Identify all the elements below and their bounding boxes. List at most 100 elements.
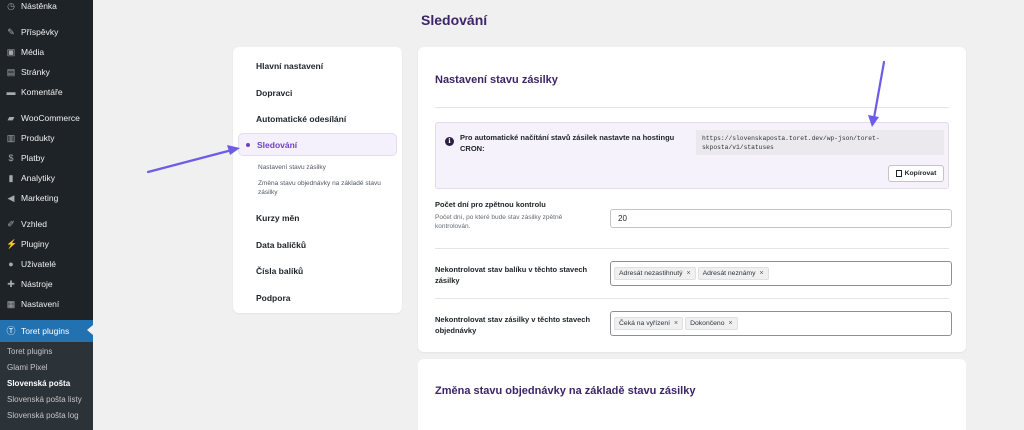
nav-item-package-numbers[interactable]: Čísla balíků [256, 266, 303, 276]
nav-item-auto-sending[interactable]: Automatické odesílání [256, 114, 346, 124]
tag: Adresát neznámy × [697, 267, 769, 280]
menu-item-settings[interactable]: ▦ Nastavení [0, 294, 93, 314]
copy-button[interactable]: Kopírovat [888, 165, 944, 182]
menu-item-dashboard[interactable]: ◷ Nástěnka [0, 0, 93, 16]
menu-item-marketing[interactable]: ◀ Marketing [0, 188, 93, 208]
tag-label: Adresát nezastihnutý [619, 270, 683, 277]
copy-button-label: Kopírovat [904, 170, 937, 177]
woocommerce-icon: ▰ [7, 113, 15, 123]
user-icon: ● [8, 259, 14, 269]
order-status-change-card: Změna stavu objednávky na základě stavu … [418, 359, 966, 430]
menu-label: Komentáře [21, 87, 63, 97]
menu-label: Pluginy [21, 239, 49, 249]
tag: Adresát nezastihnutý × [614, 267, 696, 280]
submenu-item-slovenska-posta[interactable]: Slovenská pošta [7, 379, 70, 388]
menu-item-media[interactable]: ▣ Média [0, 42, 93, 62]
menu-label: Toret plugins [21, 326, 70, 336]
page-icon: ▤ [6, 67, 16, 77]
menu-label: Nastavení [21, 299, 60, 309]
nav-item-label: Sledování [257, 140, 298, 150]
package-status-select[interactable]: Adresát nezastihnutý × Adresát neznámy × [610, 261, 952, 286]
menu-label: Stránky [21, 67, 50, 77]
submenu-item-toret-plugins[interactable]: Toret plugins [7, 347, 52, 356]
menu-label: WooCommerce [21, 113, 80, 123]
menu-label: Produkty [21, 133, 55, 143]
settings-nav: Hlavní nastavení Dopravci Automatické od… [233, 47, 402, 313]
nav-item-tracking[interactable]: Sledování [238, 133, 397, 156]
nav-item-support[interactable]: Podpora [256, 293, 290, 303]
admin-sidebar: ◷ Nástěnka ✎ Příspěvky ▣ Média ▤ Stránky ▬ Ko… [0, 0, 93, 430]
submenu-item-slovenska-posta-log[interactable]: Slovenská pošta log [7, 411, 79, 420]
cron-notice: i Pro automatické načítání stavů zásilek… [435, 122, 949, 189]
nav-item-exchange-rates[interactable]: Kurzy měn [256, 213, 299, 223]
order-status-select[interactable]: Čeká na vyřízení × Dokončeno × [610, 311, 952, 336]
nav-subitem-order-status-change[interactable]: Změna stavu objednávky na základě stavu … [258, 179, 396, 197]
plugin-icon: ⚡ [6, 239, 18, 249]
menu-label: Nástroje [21, 279, 53, 289]
remove-tag-icon[interactable]: × [686, 270, 690, 277]
arrow-left [146, 145, 240, 174]
menu-label: Platby [21, 153, 45, 163]
paintbrush-icon: ✐ [7, 219, 15, 229]
nav-item-carriers[interactable]: Dopravci [256, 88, 292, 98]
toret-icon: Ⓣ [6, 326, 16, 336]
info-icon: i [445, 137, 454, 146]
days-label: Počet dní pro zpětnou kontrolu [435, 200, 546, 209]
section-title: Nastavení stavu zásilky [435, 74, 558, 86]
tag-label: Dokončeno [690, 320, 725, 327]
cron-url[interactable]: https://slovenskaposta.toret.dev/wp-json… [696, 130, 944, 155]
menu-item-posts[interactable]: ✎ Příspěvky [0, 22, 93, 42]
days-input[interactable]: 20 [610, 209, 952, 228]
notice-text: Pro automatické načítání stavů zásilek n… [460, 133, 675, 153]
bar-chart-icon: ▮ [8, 173, 14, 183]
wrench-icon: ✚ [7, 279, 15, 289]
menu-item-products[interactable]: ▥ Produkty [0, 128, 93, 148]
package-status-label: Nekontrolovat stav balíku v těchto stave… [435, 265, 588, 285]
remove-tag-icon[interactable]: × [759, 270, 763, 277]
menu-label: Analytiky [21, 173, 56, 183]
menu-label: Příspěvky [21, 27, 59, 37]
menu-item-pages[interactable]: ▤ Stránky [0, 62, 93, 82]
tag: Čeká na vyřízení × [614, 317, 684, 330]
copy-icon [895, 170, 902, 177]
dashboard-icon: ◷ [7, 1, 15, 11]
menu-label: Vzhled [21, 219, 47, 229]
archive-icon: ▥ [6, 133, 16, 143]
nav-item-main-settings[interactable]: Hlavní nastavení [256, 61, 323, 71]
menu-item-appearance[interactable]: ✐ Vzhled [0, 214, 93, 234]
nav-item-package-data[interactable]: Data balíčků [256, 240, 306, 250]
menu-label: Uživatelé [21, 259, 56, 269]
tag-label: Čeká na vyřízení [619, 320, 670, 327]
media-icon: ▣ [6, 47, 16, 57]
menu-item-woocommerce[interactable]: ▰ WooCommerce [0, 108, 93, 128]
tag: Dokončeno × [685, 317, 738, 330]
days-description: Počet dní, po které bude stav zásilky zp… [435, 214, 563, 230]
admin-submenu: Toret plugins Glami Pixel Slovenská pošt… [0, 342, 93, 430]
pin-icon: ✎ [7, 27, 15, 37]
menu-item-analytics[interactable]: ▮ Analytiky [0, 168, 93, 188]
menu-label: Nástěnka [21, 1, 57, 11]
menu-item-toret-plugins[interactable]: Ⓣ Toret plugins [0, 320, 93, 342]
comment-icon: ▬ [6, 87, 16, 97]
remove-tag-icon[interactable]: × [674, 320, 678, 327]
divider [435, 248, 949, 249]
dollar-icon: $ [8, 153, 14, 163]
submenu-item-slovenska-posta-listy[interactable]: Slovenská pošta listy [7, 395, 82, 404]
menu-item-tools[interactable]: ✚ Nástroje [0, 274, 93, 294]
divider [435, 107, 949, 108]
menu-item-comments[interactable]: ▬ Komentáře [0, 82, 93, 102]
menu-item-payments[interactable]: $ Platby [0, 148, 93, 168]
megaphone-icon: ◀ [7, 193, 15, 203]
menu-item-plugins[interactable]: ⚡ Pluginy [0, 234, 93, 254]
menu-label: Marketing [21, 193, 59, 203]
menu-item-users[interactable]: ● Uživatelé [0, 254, 93, 274]
nav-subitem-shipment-status[interactable]: Nastavení stavu zásilky [258, 163, 388, 172]
tag-label: Adresát neznámy [702, 270, 756, 277]
divider [435, 298, 949, 299]
active-dot-icon [246, 143, 250, 147]
settings-icon: ▦ [6, 299, 16, 309]
page-title: Sledování [421, 12, 488, 28]
menu-label: Média [21, 47, 45, 57]
submenu-item-glami-pixel[interactable]: Glami Pixel [7, 363, 47, 372]
remove-tag-icon[interactable]: × [728, 320, 732, 327]
